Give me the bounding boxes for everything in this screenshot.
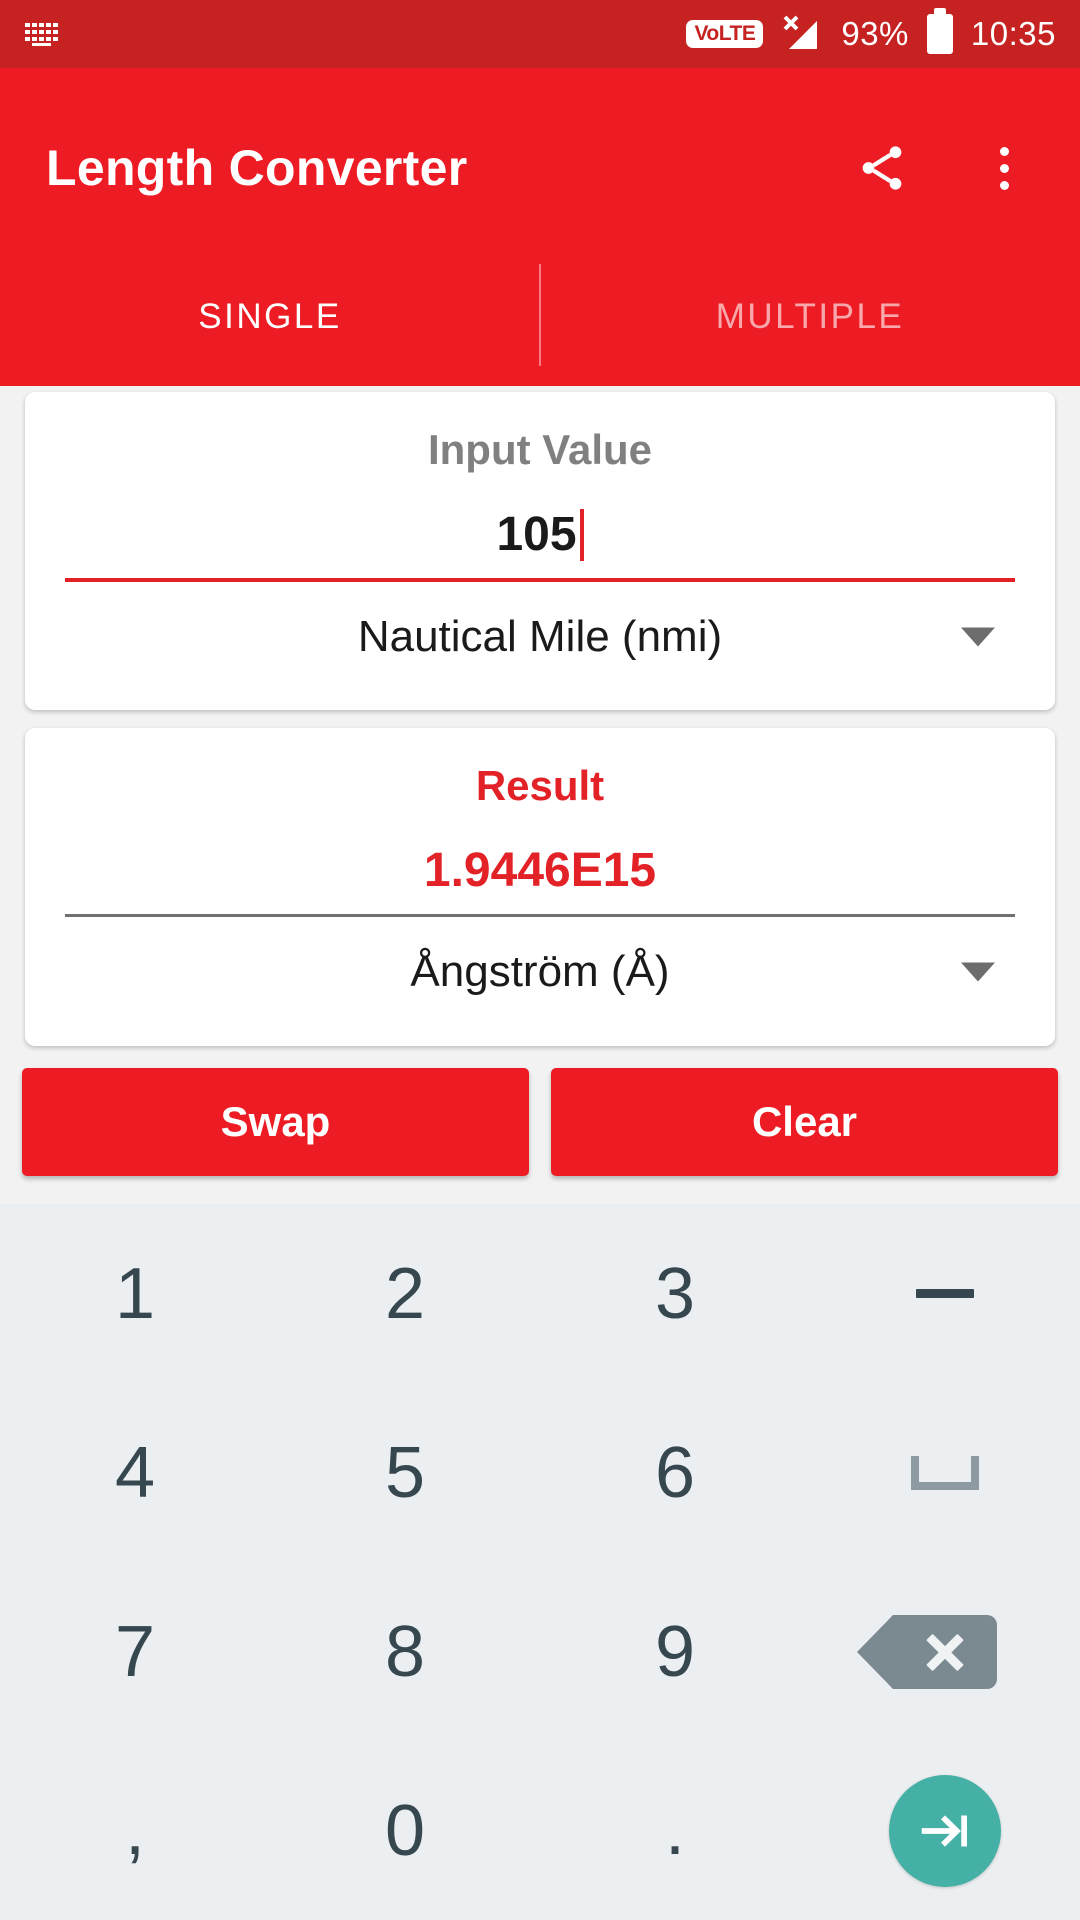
key-0[interactable]: 0 xyxy=(270,1741,540,1920)
tab-multiple[interactable]: MULTIPLE xyxy=(540,248,1080,386)
result-label: Result xyxy=(475,762,605,809)
key-9[interactable]: 9 xyxy=(540,1562,810,1741)
key-6[interactable]: 6 xyxy=(540,1383,810,1562)
battery-percent: 93% xyxy=(841,15,909,52)
tab-divider xyxy=(539,264,541,366)
keyboard-icon xyxy=(25,23,58,46)
share-button[interactable] xyxy=(852,138,912,198)
keyboard-row: 7 8 9 xyxy=(0,1562,1080,1741)
page-title: Length Converter xyxy=(46,140,468,196)
app-bar-actions xyxy=(852,138,1034,198)
input-unit-dropdown[interactable]: Nautical Mile (nmi) xyxy=(25,582,1055,692)
overflow-menu-icon xyxy=(999,146,1009,190)
key-period[interactable]: . xyxy=(540,1741,810,1920)
key-backspace[interactable] xyxy=(810,1562,1080,1741)
result-card: Result 1.9446E15 Ångström (Å) xyxy=(25,728,1055,1046)
key-space[interactable] xyxy=(810,1383,1080,1562)
close-x-glyph xyxy=(923,1630,967,1674)
clear-button[interactable]: Clear xyxy=(551,1068,1058,1176)
next-field-button xyxy=(889,1774,1001,1887)
tab-single[interactable]: SINGLE xyxy=(0,248,540,386)
input-value-label: Input Value xyxy=(427,426,653,473)
chevron-down-icon xyxy=(961,962,995,982)
keyboard-row: , 0 . xyxy=(0,1741,1080,1920)
chevron-down-icon xyxy=(961,627,995,647)
keyboard-row: 4 5 6 xyxy=(0,1383,1080,1562)
result-value-field[interactable]: 1.9446E15 xyxy=(25,838,1055,904)
overflow-menu-button[interactable] xyxy=(974,138,1034,198)
text-cursor xyxy=(579,509,584,561)
key-4[interactable]: 4 xyxy=(0,1383,270,1562)
volte-icon: VoLTE xyxy=(686,20,764,48)
result-unit-dropdown[interactable]: Ångström (Å) xyxy=(25,917,1055,1027)
tab-next-icon xyxy=(921,1814,967,1847)
dash-icon xyxy=(916,1289,974,1298)
result-unit-label: Ångström (Å) xyxy=(410,947,670,996)
signal-no-service-icon xyxy=(783,15,818,49)
key-7[interactable]: 7 xyxy=(0,1562,270,1741)
status-bar-right: VoLTE 93% 10:35 xyxy=(686,8,1056,55)
action-button-row: Swap Clear xyxy=(22,1068,1058,1176)
result-value-text: 1.9446E15 xyxy=(423,844,657,897)
clock: 10:35 xyxy=(970,15,1056,52)
input-value-field[interactable]: 105 xyxy=(25,502,1055,568)
keyboard-row: 1 2 3 xyxy=(0,1204,1080,1383)
key-1[interactable]: 1 xyxy=(0,1204,270,1383)
numeric-keyboard: 1 2 3 4 5 6 7 8 9 , 0 . xyxy=(0,1204,1080,1920)
input-value-text: 105 xyxy=(496,508,577,561)
key-enter[interactable] xyxy=(810,1741,1080,1920)
key-2[interactable]: 2 xyxy=(270,1204,540,1383)
input-card: Input Value 105 Nautical Mile (nmi) xyxy=(25,392,1055,710)
key-5[interactable]: 5 xyxy=(270,1383,540,1562)
status-bar: VoLTE 93% 10:35 xyxy=(0,0,1080,68)
key-dash[interactable] xyxy=(810,1204,1080,1383)
app-bar: Length Converter xyxy=(0,68,1080,268)
phone-screen: VoLTE 93% 10:35 Length Converter SINGLE … xyxy=(0,0,1080,1920)
key-8[interactable]: 8 xyxy=(270,1562,540,1741)
key-3[interactable]: 3 xyxy=(540,1204,810,1383)
battery-icon xyxy=(926,8,953,54)
input-unit-label: Nautical Mile (nmi) xyxy=(357,612,723,661)
swap-button[interactable]: Swap xyxy=(22,1068,529,1176)
key-comma[interactable]: , xyxy=(0,1741,270,1920)
status-bar-left xyxy=(24,21,64,47)
backspace-icon xyxy=(857,1614,997,1689)
share-icon xyxy=(862,146,902,190)
space-icon xyxy=(911,1455,979,1490)
